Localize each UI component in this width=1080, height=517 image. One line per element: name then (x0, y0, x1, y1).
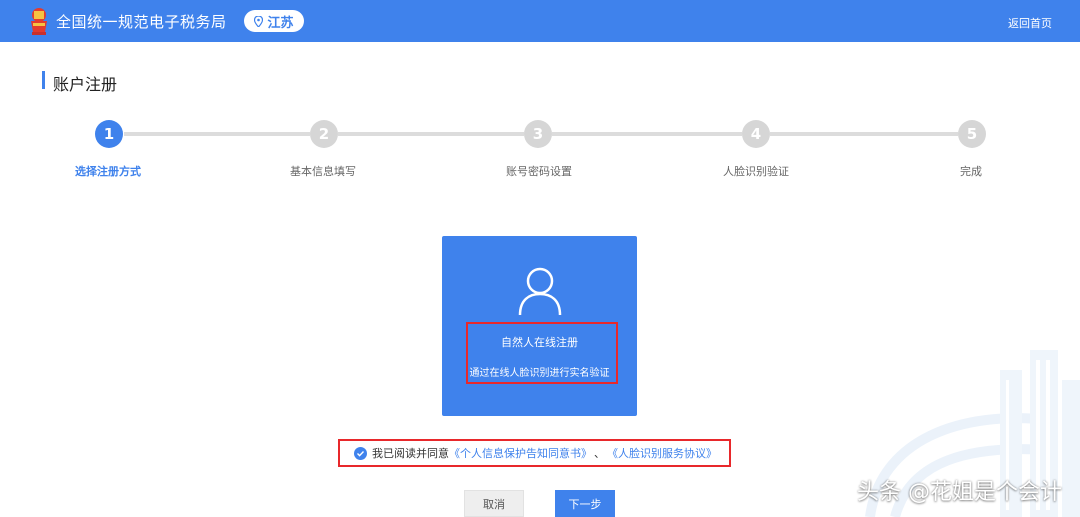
agreement-prefix: 我已阅读并同意 (372, 447, 449, 460)
agreement-row: 我已阅读并同意 《个人信息保护告知同意书》 、 《人脸识别服务协议》 (338, 439, 731, 467)
face-recognition-agreement-link[interactable]: 《人脸识别服务协议》 (607, 445, 717, 461)
step-2-circle: 2 (310, 120, 338, 148)
region-label: 江苏 (267, 15, 294, 31)
step-1-circle: 1 (95, 120, 123, 148)
step-connector (770, 132, 958, 136)
step-connector (124, 132, 310, 136)
step-2-label: 基本信息填写 (290, 165, 356, 178)
step-5-circle: 5 (958, 120, 986, 148)
step-connector (552, 132, 742, 136)
watermark-text: 头条 @花姐是个会计 (857, 480, 1062, 505)
top-header: 全国统一规范电子税务局 江苏 返回首页 (0, 0, 1080, 42)
return-home-link[interactable]: 返回首页 (1008, 15, 1052, 31)
agreement-separator: 、 (594, 447, 605, 460)
step-3-label: 账号密码设置 (506, 165, 572, 178)
site-title[interactable]: 全国统一规范电子税务局 (56, 11, 227, 32)
step-4-label: 人脸识别验证 (723, 165, 789, 178)
card-title: 自然人在线注册 (501, 336, 578, 349)
tax-emblem-icon[interactable] (27, 6, 51, 36)
next-step-button[interactable]: 下一步 (555, 490, 615, 517)
location-pin-icon (254, 15, 264, 27)
step-5-label: 完成 (960, 165, 982, 178)
region-selector[interactable]: 江苏 (244, 10, 304, 32)
user-icon (518, 267, 562, 316)
page-title: 账户注册 (53, 75, 118, 94)
agree-checkbox[interactable] (354, 446, 367, 460)
privacy-consent-link[interactable]: 《个人信息保护告知同意书》 (449, 445, 592, 461)
step-connector (338, 132, 524, 136)
step-1-label: 选择注册方式 (75, 165, 141, 178)
cancel-button[interactable]: 取消 (464, 490, 524, 517)
step-4-circle: 4 (742, 120, 770, 148)
natural-person-register-card[interactable]: 自然人在线注册 通过在线人脸识别进行实名验证 (442, 236, 637, 416)
page-title-accent (42, 71, 45, 89)
step-3-circle: 3 (524, 120, 552, 148)
card-subtitle: 通过在线人脸识别进行实名验证 (469, 368, 610, 379)
checkmark-icon (357, 450, 365, 457)
